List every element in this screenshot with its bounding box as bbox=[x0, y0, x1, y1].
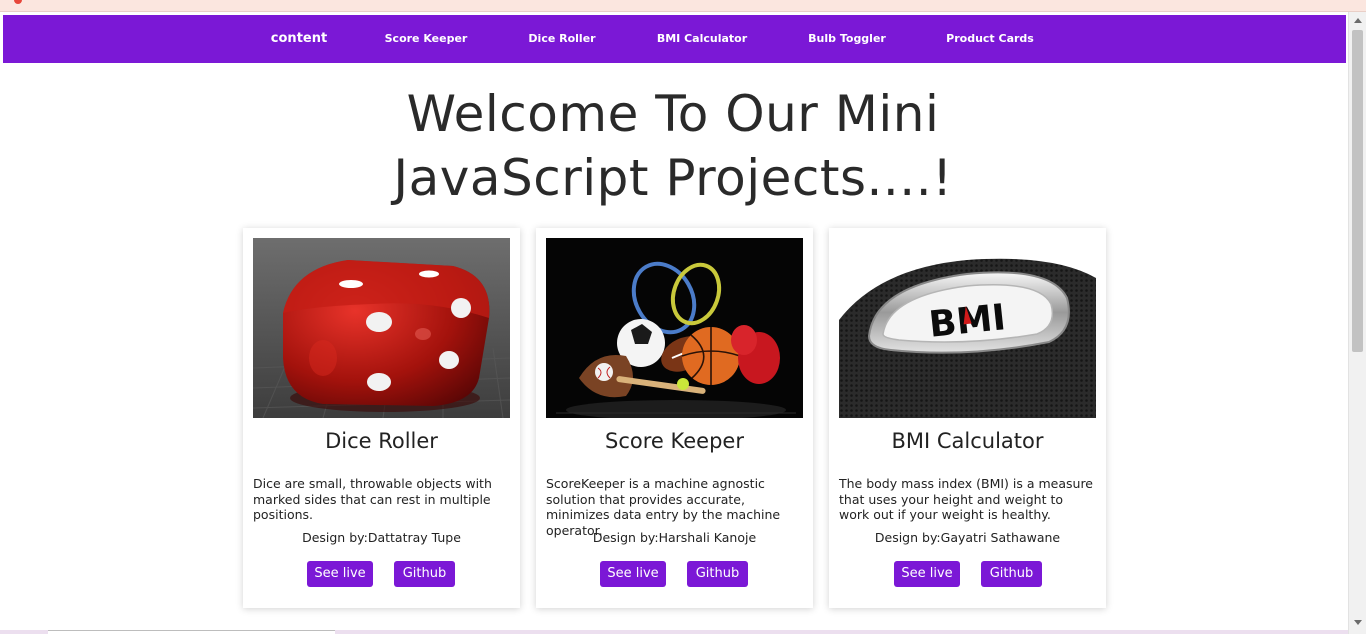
page-title-line-1: Welcome To Our Mini bbox=[406, 85, 940, 143]
page-scrollbar[interactable] bbox=[1348, 12, 1366, 634]
bmi-scale-illustration: BMI bbox=[839, 238, 1096, 418]
browser-top-strip bbox=[0, 0, 1366, 12]
page-title-line-2: JavaScript Projects....! bbox=[393, 149, 953, 207]
scroll-down-arrow-icon[interactable] bbox=[1354, 620, 1362, 625]
card-designer: Design by:Gayatri Sathawane bbox=[874, 530, 1061, 545]
red-dice-image bbox=[253, 238, 510, 418]
bmi-scale-image: BMI bbox=[839, 238, 1096, 418]
card-designer: Design by:Harshali Kanoje bbox=[592, 530, 757, 545]
nav-item-dice-roller[interactable]: Dice Roller bbox=[528, 15, 595, 63]
github-button[interactable]: Github bbox=[687, 561, 748, 587]
card-title: Score Keeper bbox=[605, 429, 744, 453]
card-designer: Design by:Dattatray Tupe bbox=[302, 530, 461, 545]
project-card-dice-roller: Dice Roller Dice are small, throwable ob… bbox=[243, 228, 520, 608]
see-live-button[interactable]: See live bbox=[600, 561, 666, 587]
github-button[interactable]: Github bbox=[394, 561, 455, 587]
card-description: ScoreKeeper is a machine agnostic soluti… bbox=[546, 476, 781, 538]
sports-equipment-image bbox=[546, 238, 803, 418]
sports-equipment-illustration bbox=[546, 238, 803, 418]
card-title: BMI Calculator bbox=[891, 429, 1044, 453]
top-navbar: content Score Keeper Dice Roller BMI Cal… bbox=[3, 15, 1346, 63]
see-live-button[interactable]: See live bbox=[307, 561, 373, 587]
card-description: Dice are small, throwable objects with m… bbox=[253, 476, 492, 522]
card-title: Dice Roller bbox=[325, 429, 438, 453]
see-live-button[interactable]: See live bbox=[894, 561, 960, 587]
scroll-up-arrow-icon[interactable] bbox=[1354, 18, 1362, 23]
card-description: The body mass index (BMI) is a measure t… bbox=[839, 476, 1093, 522]
tab-indicator-icon bbox=[14, 0, 22, 4]
nav-item-score-keeper[interactable]: Score Keeper bbox=[385, 15, 468, 63]
project-card-score-keeper: Score Keeper ScoreKeeper is a machine ag… bbox=[536, 228, 813, 608]
github-button[interactable]: Github bbox=[981, 561, 1042, 587]
page-title: Welcome To Our Mini JavaScript Projects.… bbox=[300, 82, 1046, 210]
project-card-bmi-calculator: BMI BMI Calculator The body mass index (… bbox=[829, 228, 1106, 608]
bottom-tab-indicator bbox=[48, 630, 335, 634]
nav-item-bulb-toggler[interactable]: Bulb Toggler bbox=[808, 15, 886, 63]
scroll-thumb[interactable] bbox=[1352, 30, 1363, 352]
red-dice-illustration bbox=[253, 238, 510, 418]
nav-brand[interactable]: content bbox=[271, 15, 327, 63]
nav-item-product-cards[interactable]: Product Cards bbox=[946, 15, 1034, 63]
nav-item-bmi-calculator[interactable]: BMI Calculator bbox=[657, 15, 747, 63]
